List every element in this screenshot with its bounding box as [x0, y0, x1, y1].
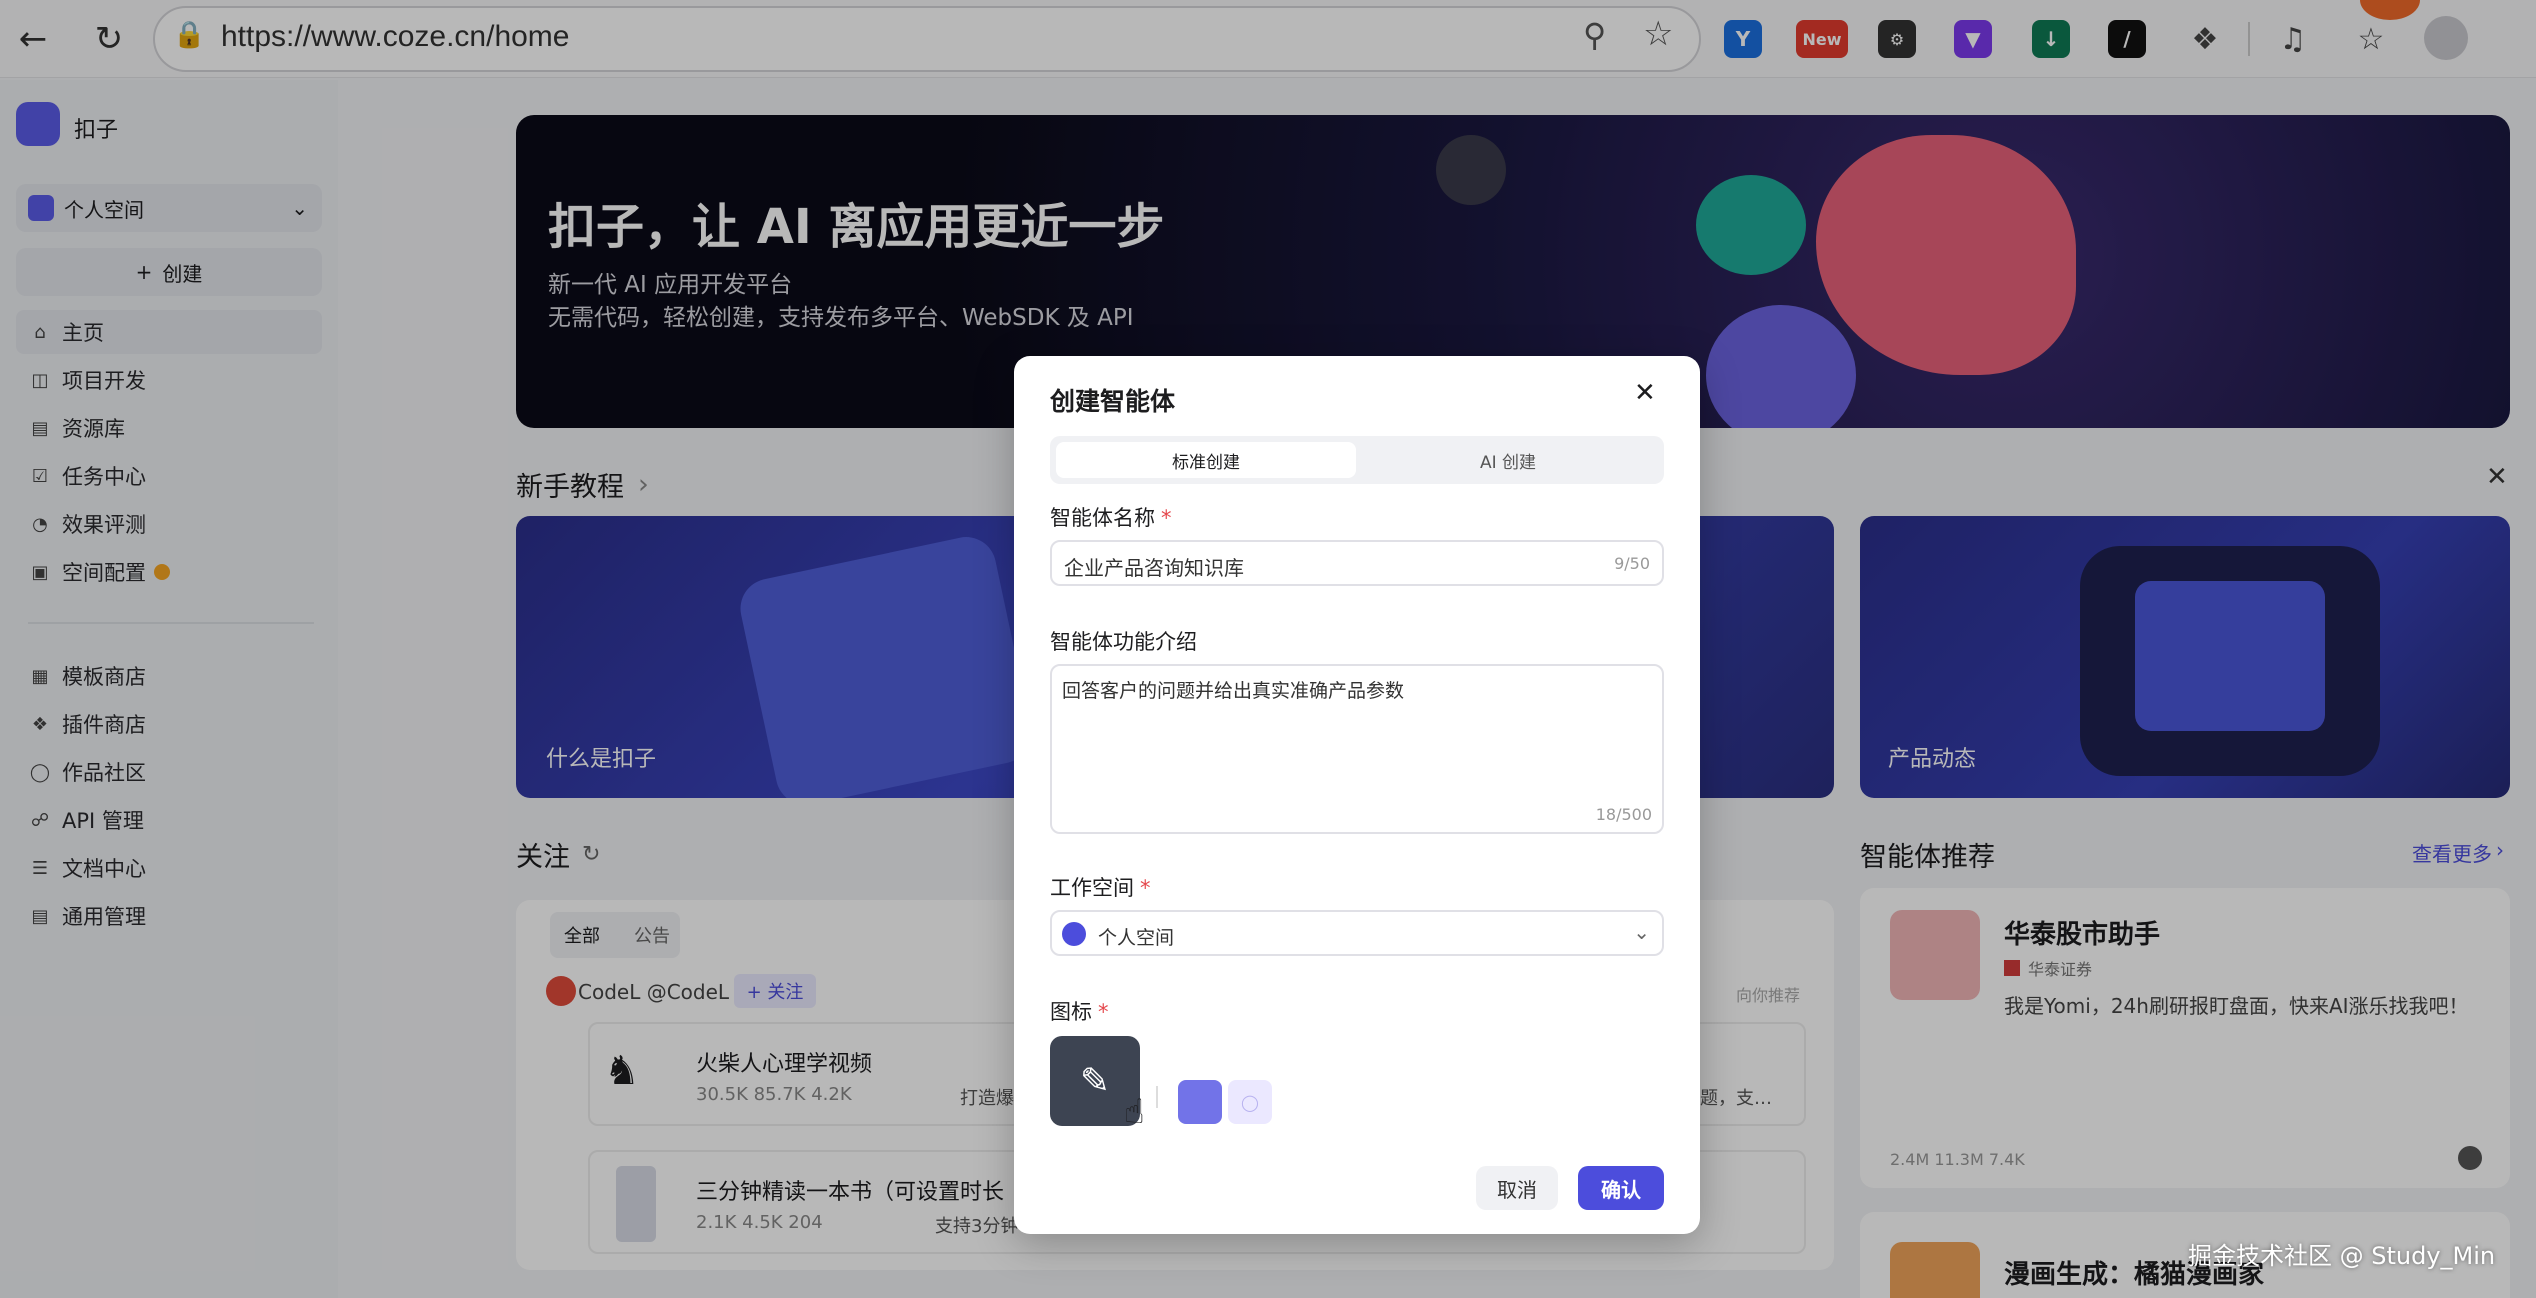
icon-label: 图标 * [1050, 996, 1109, 1026]
cancel-button[interactable]: 取消 [1476, 1166, 1558, 1210]
space-label: 工作空间 * [1050, 872, 1151, 902]
workspace-avatar-icon [1062, 922, 1086, 946]
required-mark: * [1140, 876, 1151, 900]
name-label-text: 智能体名称 [1050, 506, 1155, 530]
close-icon[interactable]: ✕ [1634, 378, 1656, 408]
icon-label-text: 图标 [1050, 1000, 1092, 1024]
desc-label: 智能体功能介绍 [1050, 630, 1197, 654]
cursor-hand-icon: ☝ [1124, 1092, 1145, 1132]
space-label-text: 工作空间 [1050, 876, 1134, 900]
confirm-button[interactable]: 确认 [1578, 1166, 1664, 1210]
watermark-text: 掘金技术社区 @ Study_Min [2188, 1242, 2496, 1270]
icon-option-purple[interactable] [1178, 1080, 1222, 1124]
agent-name-input[interactable]: 企业产品咨询知识库 9/50 [1050, 540, 1664, 586]
create-agent-dialog: 创建智能体 ✕ 标准创建 AI 创建 智能体名称 * 企业产品咨询知识库 9/50… [1014, 356, 1700, 1234]
name-label: 智能体名称 * [1050, 502, 1172, 532]
chevron-down-icon: ⌄ [1633, 920, 1650, 944]
create-mode-tabs: 标准创建 AI 创建 [1050, 436, 1664, 484]
desc-char-count: 18/500 [1595, 805, 1652, 824]
agent-name-value: 企业产品咨询知识库 [1064, 556, 1244, 580]
name-char-count: 9/50 [1614, 554, 1650, 573]
dialog-title: 创建智能体 [1050, 387, 1176, 416]
workspace-value: 个人空间 [1098, 927, 1175, 949]
workspace-select[interactable]: 个人空间 ⌄ [1050, 910, 1664, 956]
agent-desc-textarea[interactable]: 回答客户的问题并给出真实准确产品参数 18/500 [1050, 664, 1664, 834]
agent-desc-value: 回答客户的问题并给出真实准确产品参数 [1062, 680, 1405, 702]
tab-ai-create[interactable]: AI 创建 [1358, 442, 1658, 478]
required-mark: * [1161, 506, 1172, 530]
icon-divider [1156, 1086, 1158, 1108]
tab-standard-create[interactable]: 标准创建 [1056, 442, 1356, 478]
required-mark: * [1098, 1000, 1109, 1024]
icon-option-loading[interactable]: ◯ [1228, 1080, 1272, 1124]
